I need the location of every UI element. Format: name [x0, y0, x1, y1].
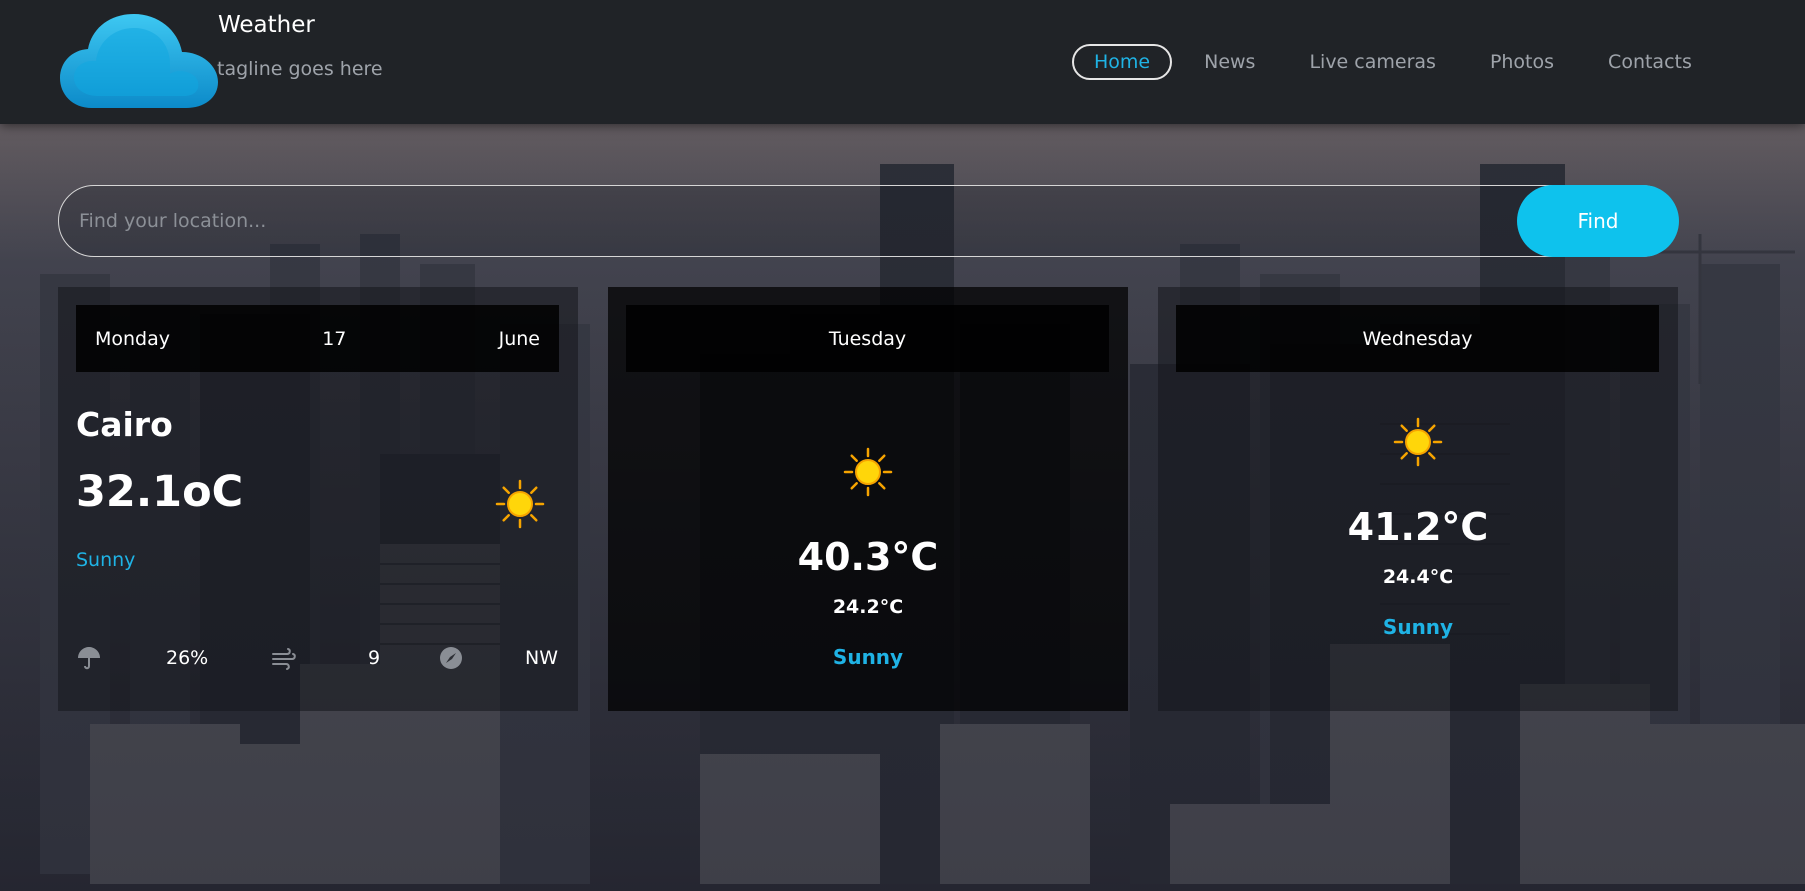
today-stats: 26% 9 NW: [76, 643, 566, 683]
nav-home[interactable]: Home: [1072, 44, 1173, 80]
today-day: Monday: [95, 327, 171, 350]
nav-news[interactable]: News: [1182, 44, 1277, 80]
sun-icon: [1393, 417, 1443, 467]
site-tagline: tagline goes here: [217, 58, 383, 80]
forecast-day: Tuesday: [828, 327, 907, 350]
min-temperature: 24.4°C: [1382, 566, 1454, 588]
wind-direction-value: NW: [525, 647, 558, 669]
today-month: June: [498, 327, 540, 350]
umbrella-icon: [78, 647, 100, 670]
compass-icon: [440, 647, 462, 669]
site-title: Weather: [218, 12, 315, 38]
nav-live-cameras[interactable]: Live cameras: [1287, 44, 1457, 80]
cloud-logo-icon[interactable]: [58, 12, 220, 110]
rain-value: 26%: [166, 647, 209, 669]
sun-icon: [843, 447, 893, 497]
current-temperature: 32.1oC: [76, 467, 244, 517]
city-name: Cairo: [76, 405, 173, 444]
max-temperature: 41.2°C: [1347, 505, 1489, 549]
today-card-header: Monday 17 June: [76, 305, 559, 372]
min-temperature: 24.2°C: [832, 596, 904, 618]
today-card: Monday 17 June Cairo 32.1oC Sunny 26% 9: [58, 287, 578, 711]
forecast-card-header: Wednesday: [1176, 305, 1659, 372]
find-button[interactable]: Find: [1517, 185, 1679, 257]
nav-contacts[interactable]: Contacts: [1586, 44, 1714, 80]
forecast-condition: Sunny: [832, 645, 904, 669]
site-header: Weather tagline goes here Home News Live…: [0, 0, 1805, 124]
forecast-condition: Sunny: [1382, 615, 1454, 639]
search-bar: Find: [58, 185, 1679, 257]
forecast-day: Wednesday: [1362, 327, 1473, 350]
main-nav: Home News Live cameras Photos Contacts: [1072, 44, 1724, 80]
wind-icon: [272, 648, 296, 670]
nav-photos[interactable]: Photos: [1468, 44, 1576, 80]
current-condition: Sunny: [76, 549, 136, 571]
forecast-card-wednesday: Wednesday 41.2°C 24.4°C Sunny: [1158, 287, 1678, 711]
sun-icon: [495, 479, 545, 529]
forecast-card-tuesday: Tuesday 40.3°C 24.2°C Sunny: [608, 287, 1128, 711]
search-input[interactable]: [79, 186, 1479, 256]
max-temperature: 40.3°C: [797, 535, 939, 579]
wind-speed-value: 9: [368, 647, 381, 669]
forecast-card-header: Tuesday: [626, 305, 1109, 372]
today-date: 17: [322, 327, 347, 350]
